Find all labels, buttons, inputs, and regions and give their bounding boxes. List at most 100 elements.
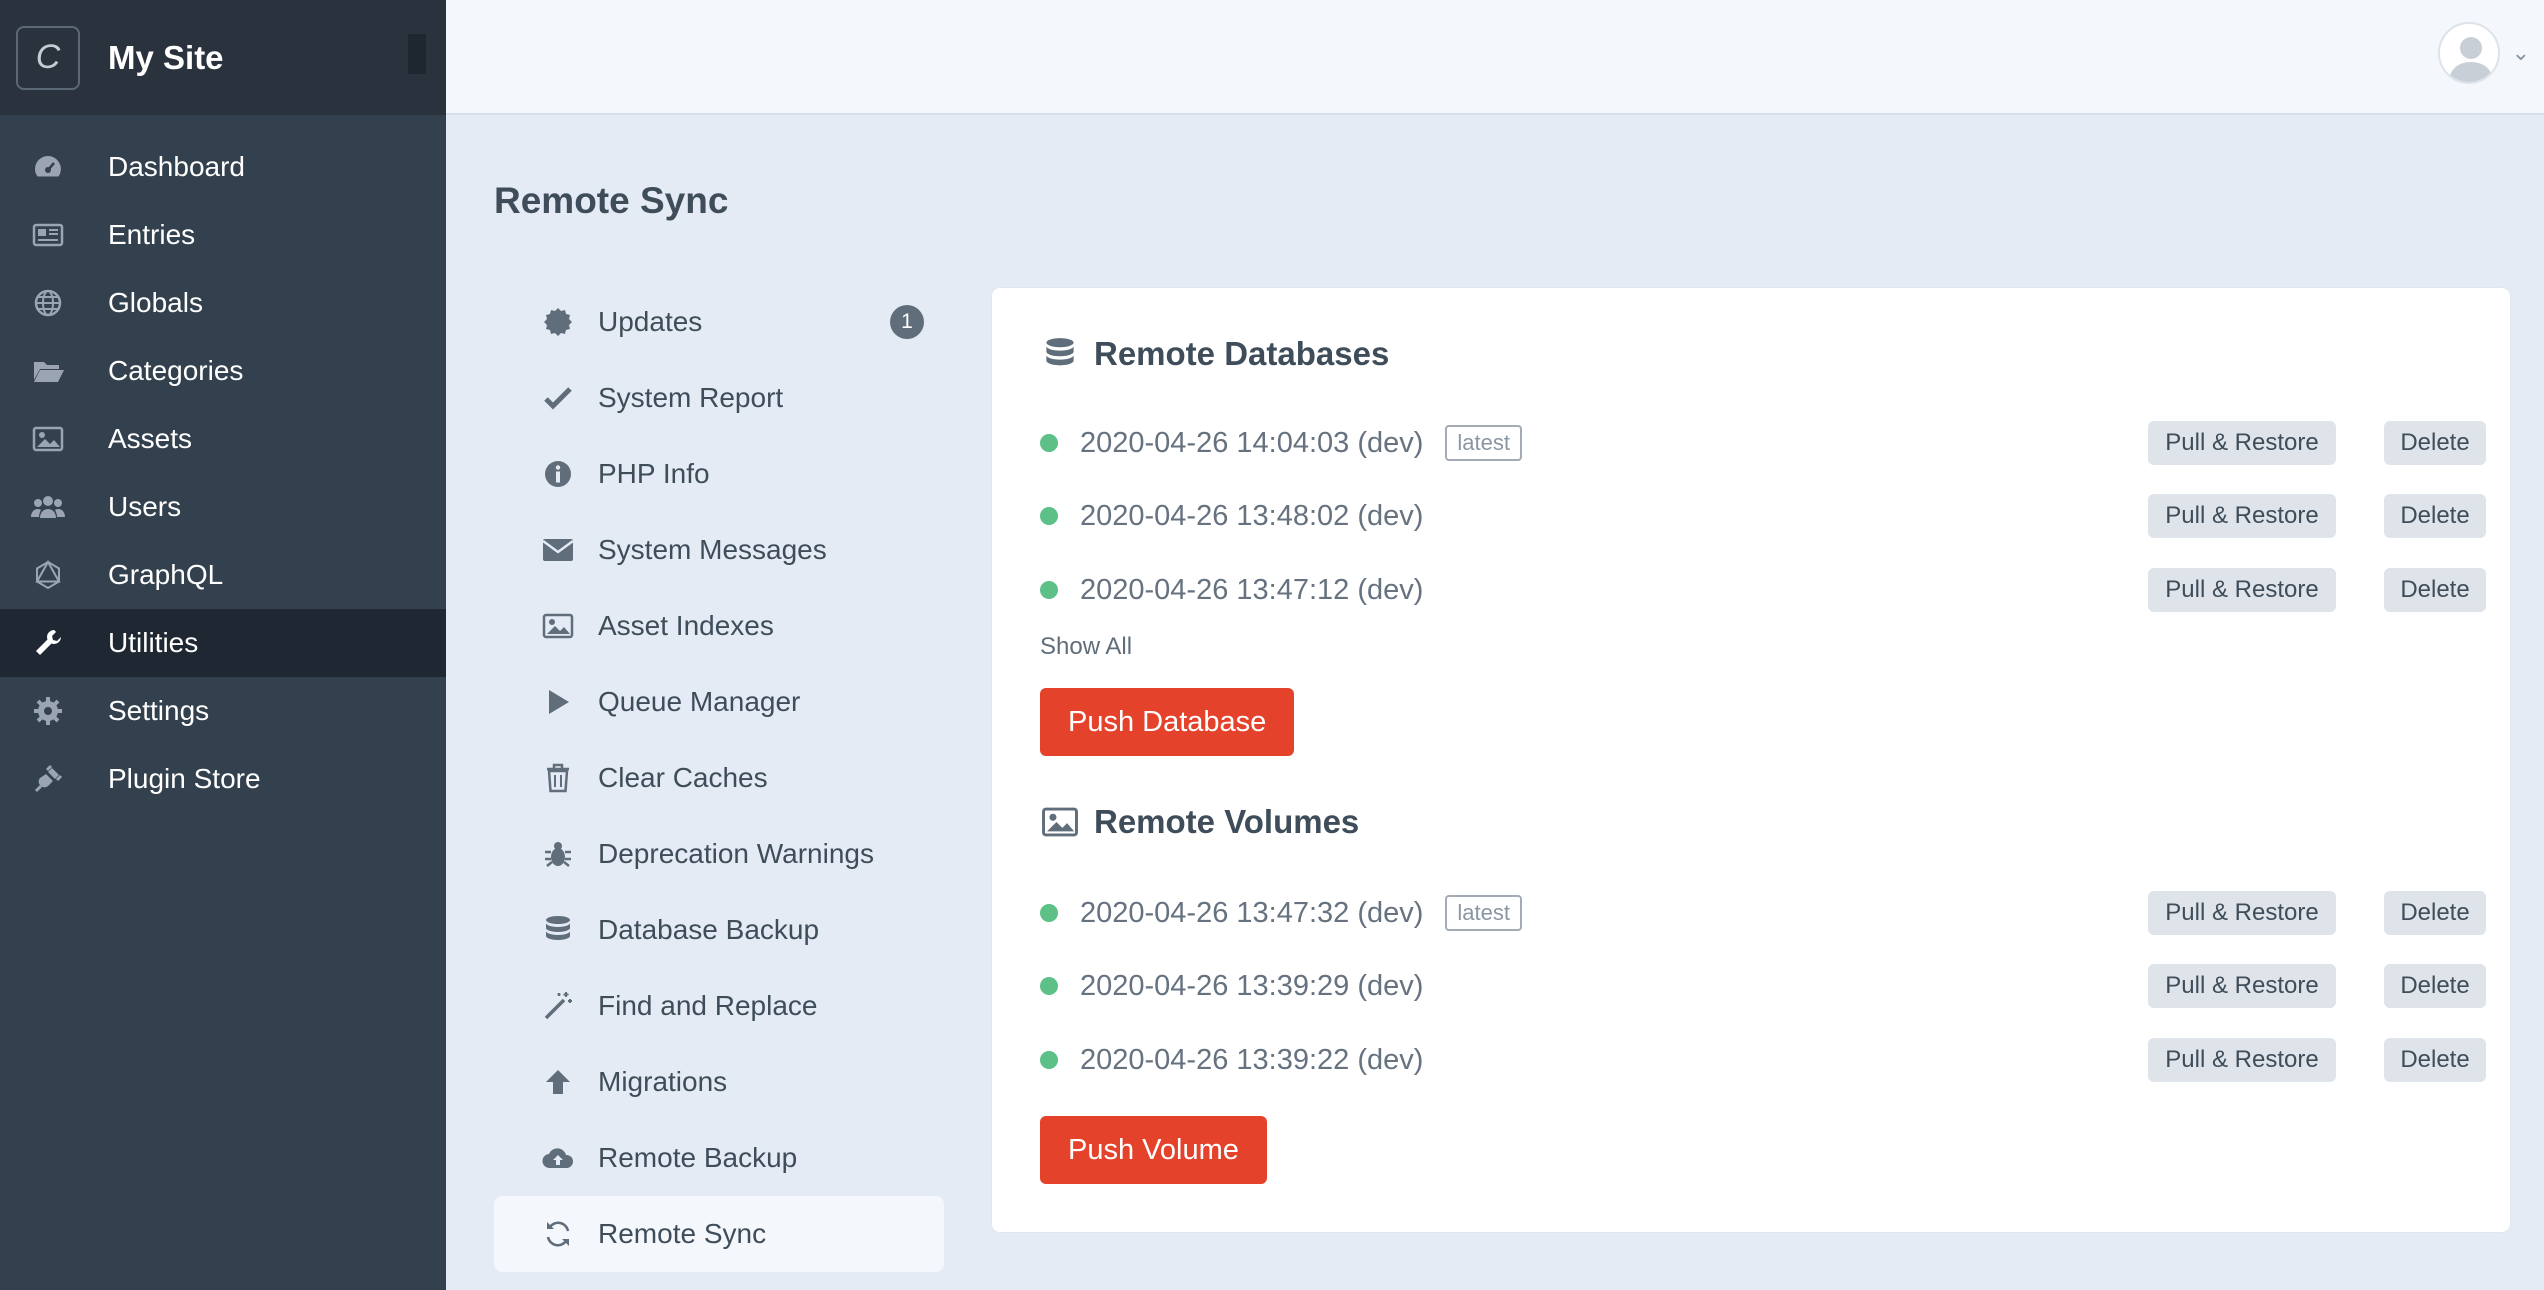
subnav-item-label: Updates (598, 306, 703, 337)
subnav-item-label: Migrations (598, 1066, 728, 1097)
sidebar-item-users[interactable]: Users (0, 473, 446, 541)
sidebar-item-entries[interactable]: Entries (0, 201, 446, 269)
subnav-item-find-and-replace[interactable]: Find and Replace (494, 968, 944, 1044)
show-all-link[interactable]: Show All (1040, 633, 1132, 661)
trash-icon (540, 760, 576, 796)
subnav-item-migrations[interactable]: Migrations (494, 1044, 944, 1120)
push-volume-button[interactable]: Push Volume (1040, 1116, 1267, 1184)
graphql-icon (30, 557, 66, 593)
backup-label: 2020-04-26 13:47:12 (dev) (1080, 573, 1424, 606)
sync-icon (540, 1216, 576, 1252)
database-row: 2020-04-26 13:48:02 (dev) Pull & Restore… (1040, 491, 2486, 541)
subnav-item-label: Clear Caches (598, 762, 768, 793)
sidebar-item-globals[interactable]: Globals (0, 269, 446, 337)
delete-button[interactable]: Delete (2384, 964, 2486, 1008)
database-icon (1040, 334, 1080, 374)
subnav-item-clear-caches[interactable]: Clear Caches (494, 740, 944, 816)
subnav-item-label: Find and Replace (598, 990, 818, 1021)
pull-restore-button[interactable]: Pull & Restore (2148, 964, 2336, 1008)
gauge-icon (30, 149, 66, 185)
subnav-item-label: PHP Info (598, 458, 710, 489)
delete-button[interactable]: Delete (2384, 1038, 2486, 1082)
sidebar-item-graphql[interactable]: GraphQL (0, 541, 446, 609)
pull-restore-button[interactable]: Pull & Restore (2148, 421, 2336, 465)
subnav-item-label: Remote Backup (598, 1142, 798, 1173)
sidebar-item-label: Assets (108, 423, 193, 454)
play-icon (540, 684, 576, 720)
globe-icon (30, 285, 66, 321)
sidebar-item-dashboard[interactable]: Dashboard (0, 133, 446, 201)
database-row: 2020-04-26 14:04:03 (dev) latest Pull & … (1040, 418, 2486, 468)
subnav-item-php-info[interactable]: PHP Info (494, 436, 944, 512)
subnav-item-deprecation-warnings[interactable]: Deprecation Warnings (494, 816, 944, 892)
bug-icon (540, 836, 576, 872)
arrow-up-icon (540, 1064, 576, 1100)
magic-wand-icon (540, 988, 576, 1024)
status-dot (1040, 507, 1058, 525)
delete-button[interactable]: Delete (2384, 891, 2486, 935)
remote-sync-panel: Remote Databases 2020-04-26 14:04:03 (de… (992, 288, 2510, 1232)
gear-icon (30, 693, 66, 729)
sidebar-item-settings[interactable]: Settings (0, 677, 446, 745)
subnav-item-system-report[interactable]: System Report (494, 360, 944, 436)
sidebar-item-categories[interactable]: Categories (0, 337, 446, 405)
users-icon (30, 489, 66, 525)
status-dot (1040, 581, 1058, 599)
delete-button[interactable]: Delete (2384, 421, 2486, 465)
pull-restore-button[interactable]: Pull & Restore (2148, 1038, 2336, 1082)
subnav-item-queue-manager[interactable]: Queue Manager (494, 664, 944, 740)
subnav-item-label: Deprecation Warnings (598, 838, 874, 869)
delete-button[interactable]: Delete (2384, 494, 2486, 538)
volume-row: 2020-04-26 13:47:32 (dev) latest Pull & … (1040, 888, 2486, 938)
pull-restore-button[interactable]: Pull & Restore (2148, 494, 2336, 538)
backup-label: 2020-04-26 13:47:32 (dev) (1080, 896, 1424, 929)
subnav-item-system-messages[interactable]: System Messages (494, 512, 944, 588)
remote-volumes-heading: Remote Volumes (1040, 802, 1359, 842)
info-icon (540, 456, 576, 492)
backup-label: 2020-04-26 13:48:02 (dev) (1080, 499, 1424, 532)
latest-tag: latest (1445, 425, 1523, 461)
sidebar-item-label: Settings (108, 695, 210, 726)
subnav-item-database-backup[interactable]: Database Backup (494, 892, 944, 968)
delete-button[interactable]: Delete (2384, 568, 2486, 612)
status-dot (1040, 434, 1058, 452)
sidebar-item-plugin-store[interactable]: Plugin Store (0, 745, 446, 813)
sidebar-item-label: Entries (108, 219, 196, 250)
volume-row: 2020-04-26 13:39:22 (dev) Pull & Restore… (1040, 1035, 2486, 1085)
envelope-icon (540, 532, 576, 568)
sidebar-item-label: Dashboard (108, 151, 245, 182)
database-row: 2020-04-26 13:47:12 (dev) Pull & Restore… (1040, 565, 2486, 615)
sidebar: C My Site Dashboard Entries Globals Cate… (0, 0, 446, 1290)
status-dot (1040, 904, 1058, 922)
subnav-item-label: System Report (598, 382, 784, 413)
subnav-item-label: Database Backup (598, 914, 820, 945)
chevron-down-icon[interactable]: ⌄ (2512, 40, 2530, 66)
subnav-item-remote-sync[interactable]: Remote Sync (494, 1196, 944, 1272)
sidebar-item-assets[interactable]: Assets (0, 405, 446, 473)
sidebar-item-label: Globals (108, 287, 203, 318)
updates-count-badge: 1 (890, 305, 924, 339)
remote-databases-heading: Remote Databases (1040, 334, 1389, 374)
pull-restore-button[interactable]: Pull & Restore (2148, 568, 2336, 612)
top-bar: ⌄ (446, 0, 2544, 115)
craft-logo: C (16, 25, 80, 90)
subnav-item-updates[interactable]: Updates 1 (494, 284, 944, 360)
section-title: Remote Databases (1094, 335, 1390, 372)
badge-icon (540, 304, 576, 340)
backup-label: 2020-04-26 13:39:29 (dev) (1080, 969, 1424, 1002)
utilities-nav: Updates 1 System Report PHP Info System … (494, 284, 944, 1272)
status-dot (1040, 977, 1058, 995)
main-nav: Dashboard Entries Globals Categories Ass… (0, 133, 446, 813)
subnav-item-label: Remote Sync (598, 1218, 767, 1249)
site-header[interactable]: C My Site (0, 0, 446, 115)
volume-row: 2020-04-26 13:39:29 (dev) Pull & Restore… (1040, 961, 2486, 1011)
subnav-item-asset-indexes[interactable]: Asset Indexes (494, 588, 944, 664)
backup-label: 2020-04-26 14:04:03 (dev) (1080, 426, 1424, 459)
latest-tag: latest (1445, 895, 1523, 931)
sidebar-item-utilities[interactable]: Utilities (0, 609, 446, 677)
user-avatar[interactable] (2438, 22, 2500, 84)
site-name[interactable]: My Site (108, 39, 224, 77)
pull-restore-button[interactable]: Pull & Restore (2148, 891, 2336, 935)
subnav-item-remote-backup[interactable]: Remote Backup (494, 1120, 944, 1196)
push-database-button[interactable]: Push Database (1040, 688, 1295, 756)
